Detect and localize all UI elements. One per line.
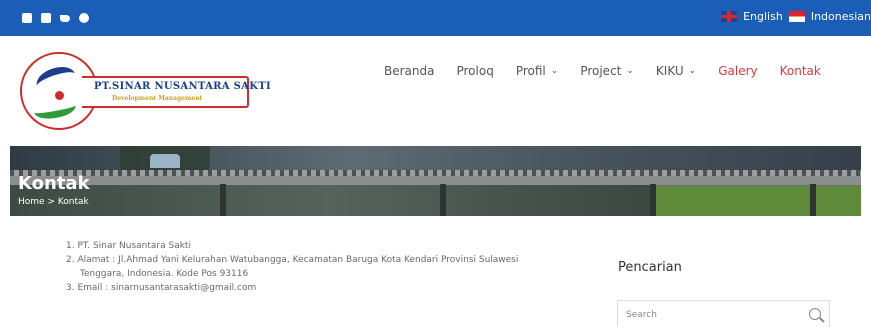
main-nav: Beranda Proloq Profil ⌄ Project ⌄ KIKU ⌄ Ga… xyxy=(384,64,843,78)
logo-company-name: PT.SINAR NUSANTARA SAKTI xyxy=(94,81,271,92)
site-header: PT.SINAR NUSANTARA SAKTI Development Man… xyxy=(0,36,871,146)
dribbble-icon[interactable] xyxy=(79,13,89,23)
top-bar: English Indonesian xyxy=(0,0,871,36)
language-english[interactable]: English xyxy=(743,10,783,23)
nav-item-profil[interactable]: Profil ⌄ xyxy=(516,64,558,78)
logo-tagline: Development Management xyxy=(112,95,203,102)
breadcrumb[interactable]: Home > Kontak xyxy=(18,197,89,207)
facebook-icon[interactable] xyxy=(22,13,32,23)
language-indonesian[interactable]: Indonesian xyxy=(811,10,871,23)
search-icon[interactable] xyxy=(809,308,821,320)
nav-item-proloq[interactable]: Proloq xyxy=(456,64,493,78)
company-logo[interactable]: PT.SINAR NUSANTARA SAKTI Development Man… xyxy=(20,52,271,132)
nav-item-beranda[interactable]: Beranda xyxy=(384,64,434,78)
list-item: 2. Alamat : Jl.Ahmad Yani Kelurahan Watu… xyxy=(66,255,519,265)
indonesia-flag-icon[interactable] xyxy=(788,11,805,22)
chevron-down-icon: ⌄ xyxy=(688,66,697,76)
uk-flag-icon[interactable] xyxy=(721,11,738,22)
chevron-down-icon: ⌄ xyxy=(626,66,634,76)
list-item: 1. PT. Sinar Nusantara Sakti xyxy=(66,241,191,251)
social-links xyxy=(22,13,89,23)
search-box xyxy=(617,300,830,327)
search-input[interactable] xyxy=(618,301,798,327)
list-item: 3. Email : sinarnusantarasakti@gmail.com xyxy=(66,283,257,293)
logo-nameplate: PT.SINAR NUSANTARA SAKTI Development Man… xyxy=(82,76,271,108)
nav-item-galery[interactable]: Galery xyxy=(718,64,757,78)
chevron-down-icon: ⌄ xyxy=(550,66,559,76)
language-switcher: English Indonesian xyxy=(721,10,871,23)
twitter-icon[interactable] xyxy=(60,13,70,23)
nav-item-kiku[interactable]: KIKU ⌄ xyxy=(656,64,696,78)
instagram-icon[interactable] xyxy=(41,13,51,23)
page-hero-banner: Kontak Home > Kontak xyxy=(10,146,861,216)
sidebar-search-title: Pencarian xyxy=(618,260,682,275)
nav-item-kontak[interactable]: Kontak xyxy=(780,64,821,78)
nav-item-project[interactable]: Project ⌄ xyxy=(580,64,634,78)
page-title: Kontak xyxy=(18,173,90,194)
contact-info-list: 1. PT. Sinar Nusantara Sakti 2. Alamat :… xyxy=(66,239,586,295)
list-item: Tenggara, Indonesia. Kode Pos 93116 xyxy=(80,269,249,279)
